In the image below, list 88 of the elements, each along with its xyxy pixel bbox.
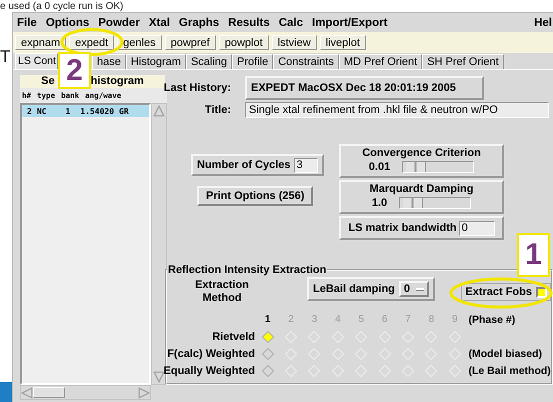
slider-track[interactable] bbox=[402, 161, 474, 173]
phase-number: 1 bbox=[264, 314, 270, 325]
tab[interactable]: SH Pref Orient bbox=[422, 54, 504, 69]
phase-number: 2 bbox=[288, 314, 294, 325]
menu-item[interactable]: Xtal bbox=[148, 16, 170, 28]
method-label: Equally Weighted bbox=[164, 364, 255, 376]
horizontal-scrollbar[interactable] bbox=[20, 385, 151, 400]
method-note: (Model biased) bbox=[468, 348, 542, 360]
slider-value: 0.01 bbox=[368, 161, 390, 173]
checkbox-indicator[interactable] bbox=[536, 286, 547, 298]
phase-number: 6 bbox=[382, 314, 388, 325]
menu-item[interactable]: Powder bbox=[98, 16, 140, 28]
menu-item[interactable]: Options bbox=[46, 16, 90, 28]
panel-title: Se bbox=[41, 75, 55, 88]
toolbar-button[interactable]: liveplot bbox=[320, 35, 366, 50]
scroll-right-icon[interactable] bbox=[138, 386, 150, 398]
radio-button[interactable] bbox=[262, 348, 274, 360]
caption-text: e used (a 0 cycle run is OK) bbox=[0, 1, 124, 12]
method-label: F(calc) Weighted bbox=[167, 348, 255, 360]
scroll-up-icon[interactable] bbox=[153, 105, 165, 117]
method-label: Rietveld bbox=[212, 330, 255, 342]
callout-number: 1 bbox=[517, 233, 550, 277]
method-note: (Le Bail method) bbox=[468, 364, 551, 376]
field-label: LS matrix bandwidth bbox=[348, 222, 457, 234]
bandwidth-field[interactable]: 0 bbox=[458, 220, 495, 236]
tab[interactable]: MD Pref Orient bbox=[338, 54, 422, 69]
phase-number: 7 bbox=[405, 314, 411, 325]
scroll-left-icon[interactable] bbox=[21, 386, 33, 398]
phase-caption: (Phase #) bbox=[468, 314, 516, 326]
tab[interactable]: Histogram bbox=[126, 54, 186, 69]
slider-thumb[interactable] bbox=[402, 198, 423, 208]
toolbar-button[interactable]: expedt bbox=[69, 35, 114, 50]
field-label: Last History: bbox=[164, 82, 231, 94]
field-label: Marquardt Damping bbox=[370, 183, 474, 195]
slider-thumb[interactable] bbox=[406, 162, 426, 172]
lebail-dropdown[interactable]: 0 bbox=[398, 281, 430, 297]
phase-number: 4 bbox=[335, 314, 341, 325]
menu-item[interactable]: Hel bbox=[534, 16, 552, 28]
toolbar-button[interactable]: lstview bbox=[272, 35, 317, 50]
slider-value: 1.0 bbox=[372, 197, 388, 209]
dropdown-indicator-icon bbox=[416, 288, 424, 290]
row-cell: 2 bbox=[27, 106, 32, 116]
row-cell: GR bbox=[119, 106, 129, 116]
phase-number: 3 bbox=[312, 314, 318, 325]
callout-number: 2 bbox=[58, 52, 91, 89]
highlight-ellipse bbox=[60, 28, 124, 56]
radio-button[interactable] bbox=[262, 330, 274, 342]
list-row[interactable]: 2 NC 1 1.54020 GR bbox=[22, 105, 149, 117]
field-label: Number of Cycles bbox=[197, 159, 291, 171]
slider-track[interactable] bbox=[399, 197, 472, 209]
panel-title: histogram bbox=[90, 75, 144, 88]
dropdown-value: 0 bbox=[404, 283, 410, 295]
history-display: EXPEDT MacOSX Dec 18 20:01:19 2005 bbox=[245, 76, 484, 100]
phase-number: 8 bbox=[428, 314, 434, 325]
row-cell: NC bbox=[36, 106, 46, 116]
tab[interactable]: Scaling bbox=[186, 54, 232, 69]
cycles-field[interactable]: 3 bbox=[294, 158, 318, 172]
tab[interactable]: Constraints bbox=[273, 54, 339, 69]
toolbar-button[interactable]: expnam bbox=[15, 35, 66, 50]
phase-number: 5 bbox=[358, 314, 364, 325]
menu-item[interactable]: Graphs bbox=[178, 16, 220, 28]
menu-item[interactable]: Results bbox=[228, 16, 270, 28]
toolbar-button[interactable]: powplot bbox=[218, 35, 269, 50]
tab[interactable]: hase bbox=[92, 54, 126, 69]
tab[interactable]: Profile bbox=[232, 54, 274, 69]
toolbar-button[interactable]: genles bbox=[117, 35, 162, 50]
menu-item[interactable]: File bbox=[17, 16, 37, 28]
scroll-down-icon[interactable] bbox=[153, 371, 165, 383]
side-text: T bbox=[0, 48, 12, 65]
page-block bbox=[0, 382, 12, 402]
tab[interactable]: LS Cont bbox=[15, 53, 58, 69]
field-label: Title: bbox=[204, 104, 231, 116]
scroll-thumb[interactable] bbox=[33, 387, 65, 398]
field-label: Convergence Criterion bbox=[362, 147, 481, 159]
toolbar-button[interactable]: powpref bbox=[164, 35, 216, 50]
extract-fobs-checkbox[interactable]: Extract Fobs bbox=[461, 283, 551, 301]
phase-number: 9 bbox=[452, 314, 458, 325]
row-cell: 1 bbox=[65, 106, 70, 116]
histogram-list[interactable]: 2 NC 1 1.54020 GR bbox=[20, 103, 151, 385]
print-options-button[interactable]: Print Options (256) bbox=[197, 186, 314, 206]
group-title: Reflection Intensity Extraction bbox=[167, 264, 328, 276]
field-label: LeBail damping bbox=[313, 283, 395, 295]
menu-item[interactable]: Import/Export bbox=[312, 16, 388, 28]
title-field[interactable]: Single xtal refinement from .hkl file & neutron w/PO bbox=[245, 102, 549, 118]
menu-item[interactable]: Calc bbox=[278, 16, 304, 28]
radio-button[interactable] bbox=[262, 364, 274, 376]
row-cell: 1.54020 bbox=[80, 106, 114, 116]
field-label: Extraction Method bbox=[194, 279, 250, 305]
